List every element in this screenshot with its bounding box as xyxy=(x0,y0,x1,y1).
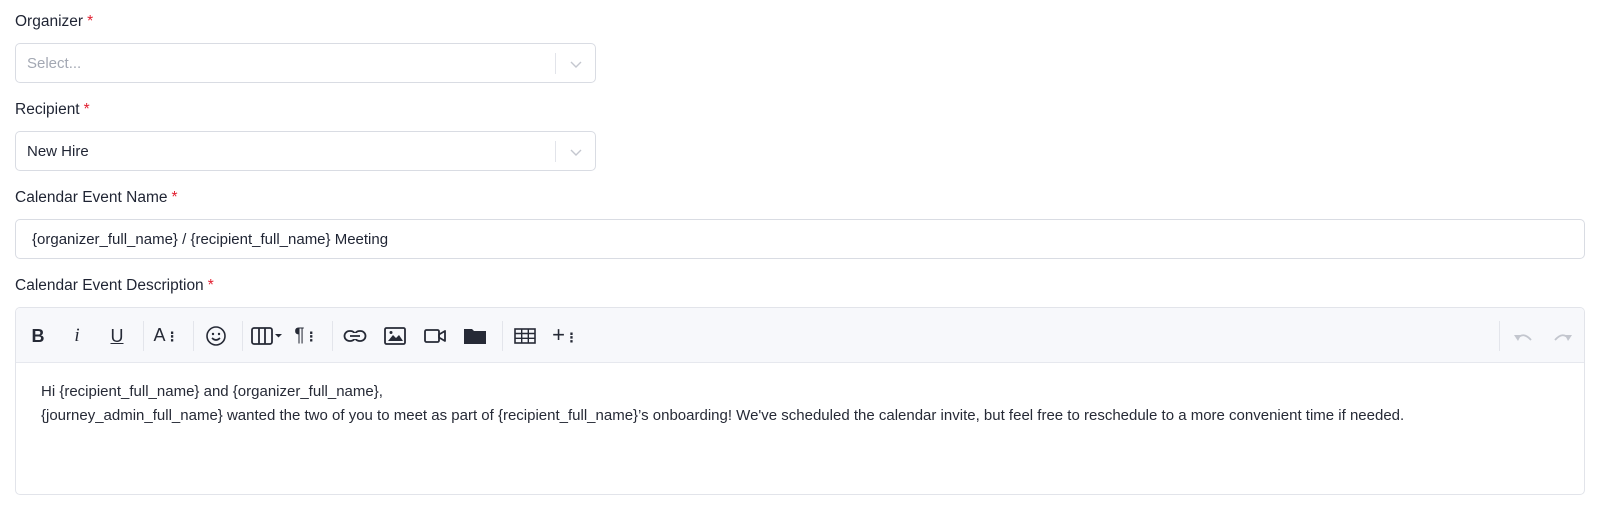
table-columns-button[interactable] xyxy=(250,322,286,350)
table-button[interactable] xyxy=(511,322,539,350)
editor-content[interactable]: Hi {recipient_full_name} and {organizer_… xyxy=(41,380,1544,428)
insert-more-icon: +⋮ xyxy=(552,321,578,347)
required-marker: * xyxy=(171,189,178,206)
undo-button[interactable] xyxy=(1509,322,1537,350)
emoji-button[interactable] xyxy=(202,322,230,350)
italic-button[interactable]: i xyxy=(63,322,91,350)
editor-paragraph: {journey_admin_full_name} wanted the two… xyxy=(41,407,1405,424)
video-button[interactable] xyxy=(421,322,449,350)
rich-text-editor[interactable]: B i U A⋮ ¶⋮ +⋮ Hi {recipient_full_name} … xyxy=(15,307,1585,495)
underline-icon: U xyxy=(110,326,124,346)
required-marker: * xyxy=(83,101,90,118)
paragraph-icon: ¶⋮ xyxy=(294,324,318,346)
redo-button[interactable] xyxy=(1549,322,1577,350)
editor-toolbar: B i U A⋮ ¶⋮ +⋮ xyxy=(16,308,1584,363)
event-description-label-text: Calendar Event Description xyxy=(15,277,204,294)
event-name-label-text: Calendar Event Name xyxy=(15,189,168,206)
link-icon xyxy=(343,330,367,342)
redo-icon xyxy=(1554,334,1572,341)
link-button[interactable] xyxy=(341,322,369,350)
toolbar-divider xyxy=(332,321,333,351)
event-description-label: Calendar Event Description * xyxy=(15,277,214,295)
toolbar-divider xyxy=(242,321,243,351)
select-divider xyxy=(555,141,556,162)
event-name-value: {organizer_full_name} / {recipient_full_… xyxy=(32,231,389,248)
organizer-select[interactable]: Select... xyxy=(15,43,596,83)
paragraph-button[interactable]: ¶⋮ xyxy=(292,322,320,350)
underline-button[interactable]: U xyxy=(103,322,131,350)
organizer-label-text: Organizer xyxy=(15,13,84,30)
editor-paragraph: Hi {recipient_full_name} and {organizer_… xyxy=(41,383,383,400)
table-icon xyxy=(514,328,536,344)
image-icon xyxy=(384,327,406,345)
recipient-select[interactable]: New Hire xyxy=(15,131,596,171)
required-marker: * xyxy=(207,277,214,294)
chevron-down-icon[interactable] xyxy=(568,144,584,160)
toolbar-divider xyxy=(143,321,144,351)
emoji-icon xyxy=(206,326,226,346)
recipient-label-text: Recipient xyxy=(15,101,80,118)
italic-icon: i xyxy=(74,325,80,346)
image-button[interactable] xyxy=(381,322,409,350)
organizer-label: Organizer * xyxy=(15,13,93,31)
recipient-select-value: New Hire xyxy=(27,143,89,160)
folder-icon xyxy=(464,329,486,344)
video-icon xyxy=(424,329,446,343)
recipient-label: Recipient * xyxy=(15,101,90,119)
bold-button[interactable]: B xyxy=(24,322,52,350)
toolbar-divider xyxy=(1499,321,1500,351)
font-size-icon: A⋮ xyxy=(153,325,179,345)
toolbar-divider xyxy=(193,321,194,351)
insert-more-button[interactable]: +⋮ xyxy=(551,322,579,350)
required-marker: * xyxy=(87,13,94,30)
chevron-down-icon[interactable] xyxy=(568,56,584,72)
organizer-select-placeholder: Select... xyxy=(27,55,82,72)
font-size-button[interactable]: A⋮ xyxy=(152,322,180,350)
event-name-label: Calendar Event Name * xyxy=(15,189,178,207)
bold-icon: B xyxy=(31,326,45,346)
select-divider xyxy=(555,53,556,74)
toolbar-divider xyxy=(502,321,503,351)
folder-button[interactable] xyxy=(461,322,489,350)
font-size-letter: A xyxy=(153,325,166,345)
undo-icon xyxy=(1514,334,1532,341)
table-columns-icon xyxy=(251,327,282,345)
event-name-input[interactable]: {organizer_full_name} / {recipient_full_… xyxy=(15,219,1585,259)
